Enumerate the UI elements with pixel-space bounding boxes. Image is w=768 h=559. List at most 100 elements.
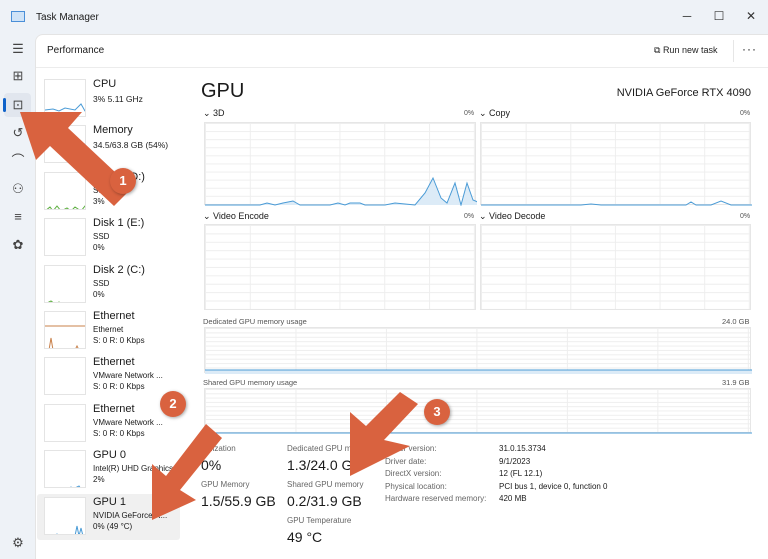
- page-title: Performance: [47, 45, 105, 56]
- engine-selector-video-decode[interactable]: ⌄ Video Decode: [479, 211, 545, 222]
- close-button[interactable]: ✕: [740, 6, 762, 26]
- run-new-task-button[interactable]: ⧉ Run new task: [654, 45, 717, 56]
- resource-title: GPU: [201, 80, 245, 102]
- engine-pct-3d: 0%: [464, 110, 475, 117]
- resource-usage: 0%: [93, 289, 105, 299]
- more-options-button[interactable]: ···: [742, 42, 757, 56]
- resource-usage: 3%: [93, 196, 105, 206]
- engine-pct-video-encode: 0%: [464, 213, 475, 220]
- resource-item[interactable]: CPU 3% 5.11 GHz: [37, 76, 180, 122]
- resource-thumbnail-graph: [44, 264, 86, 303]
- dedicated-memory-value: 1.3/24.0 GB: [287, 457, 362, 473]
- resource-name: Disk 1 (E:): [93, 217, 145, 230]
- engine-selector-video-encode[interactable]: ⌄ Video Encode: [203, 211, 269, 222]
- utilization-label: Utilization: [201, 444, 236, 453]
- engine-selector-3d[interactable]: ⌄ 3D: [203, 108, 225, 119]
- maximize-button[interactable]: ☐: [708, 6, 730, 26]
- property-value: 420 MB: [499, 494, 527, 503]
- performance-icon[interactable]: ⊡: [8, 95, 28, 115]
- resource-item[interactable]: Memory 34.5/63.8 GB (54%): [37, 122, 180, 168]
- chevron-down-icon: ⌄: [203, 108, 214, 118]
- resource-thumbnail-graph: [44, 171, 86, 210]
- property-value: 12 (FL 12.1): [499, 469, 543, 478]
- resource-detail: SSD: [93, 232, 110, 242]
- annotation-badge-3: 3: [424, 399, 450, 425]
- utilization-value: 0%: [201, 457, 222, 473]
- property-label: Hardware reserved memory:: [385, 494, 487, 503]
- resource-thumbnail-graph: [44, 450, 86, 489]
- property-label: Driver date:: [385, 456, 427, 466]
- graph-shared-memory: [204, 388, 752, 434]
- resource-item[interactable]: GPU 0 Intel(R) UHD Graphics 2%: [37, 447, 180, 493]
- annotation-badge-2: 2: [160, 391, 186, 417]
- engine-pct-copy: 0%: [740, 110, 751, 117]
- services-icon[interactable]: ✿: [8, 235, 28, 255]
- header-divider: [733, 40, 734, 62]
- resource-detail: 34.5/63.8 GB (54%): [93, 140, 169, 151]
- graph-dedicated-memory: [204, 327, 752, 374]
- resource-item[interactable]: Disk 0 (D:) SSD 3%: [37, 169, 180, 215]
- resource-item[interactable]: GPU 1 NVIDIA GeForce R... 0% (49 °C): [37, 493, 180, 540]
- resource-thumbnail-graph: [44, 125, 86, 164]
- shared-memory-max: 31.9 GB: [722, 378, 750, 387]
- resource-detail: Intel(R) UHD Graphics: [93, 464, 174, 474]
- resource-detail: VMware Network ...: [93, 371, 163, 381]
- resource-item[interactable]: Ethernet VMware Network ... S: 0 R: 0 Kb…: [37, 401, 180, 447]
- header-divider-line: [36, 67, 768, 68]
- users-icon[interactable]: ⚇: [8, 179, 28, 199]
- resource-item[interactable]: Disk 2 (C:) SSD 0%: [37, 262, 180, 308]
- property-label: DirectX version:: [385, 469, 442, 478]
- resource-name: Memory: [93, 124, 133, 137]
- resource-item[interactable]: Ethernet VMware Network ... S: 0 R: 0 Kb…: [37, 354, 180, 400]
- title-bar: Task Manager ─ ☐ ✕: [0, 0, 768, 34]
- resource-name: Ethernet: [93, 356, 135, 369]
- gpu-temperature-value: 49 °C: [287, 529, 323, 545]
- resource-usage: 0% (49 °C): [93, 521, 133, 531]
- resource-detail: Ethernet: [93, 325, 124, 334]
- app-history-icon[interactable]: ↺: [8, 123, 28, 143]
- hamburger-icon[interactable]: ☰: [8, 39, 28, 59]
- resource-name: Disk 2 (C:): [93, 263, 145, 276]
- window-title: Task Manager: [36, 12, 99, 23]
- resource-item[interactable]: Ethernet Ethernet S: 0 R: 0 Kbps: [37, 308, 180, 354]
- minimize-button[interactable]: ─: [676, 6, 698, 26]
- resource-thumbnail-graph: [44, 218, 86, 257]
- chevron-down-icon: ⌄: [479, 211, 490, 221]
- resource-item[interactable]: Disk 1 (E:) SSD 0%: [37, 215, 180, 261]
- resource-thumbnail-graph: [44, 403, 86, 442]
- resource-detail: SSD: [93, 185, 110, 195]
- resource-usage: S: 0 R: 0 Kbps: [93, 382, 145, 392]
- task-manager-app-icon: [11, 11, 25, 22]
- details-icon[interactable]: ≡: [8, 207, 28, 227]
- resource-usage: S: 0 R: 0 Kbps: [93, 428, 145, 438]
- resource-usage: S: 0 R: 0 Kbps: [93, 336, 145, 345]
- run-task-icon: ⧉: [654, 45, 663, 55]
- resource-detail: SSD: [93, 278, 110, 288]
- shared-memory-value: 0.2/31.9 GB: [287, 493, 362, 509]
- resource-thumbnail-graph: [44, 496, 86, 535]
- resource-detail: NVIDIA GeForce R...: [93, 510, 168, 520]
- graph-copy-line: [481, 200, 752, 206]
- property-label: Physical location:: [385, 481, 447, 491]
- startup-icon[interactable]: ⌒: [8, 151, 28, 171]
- annotation-badge-1: 1: [110, 168, 136, 194]
- processes-icon[interactable]: ⊞: [8, 66, 28, 86]
- property-value: 31.0.15.3734: [499, 444, 546, 453]
- resource-name: Ethernet: [93, 310, 135, 322]
- resource-thumbnail-graph: [44, 357, 86, 396]
- dedicated-memory-max: 24.0 GB: [722, 317, 750, 326]
- resource-detail: 3% 5.11 GHz: [93, 94, 143, 104]
- dedicated-memory-line: [205, 369, 752, 374]
- dedicated-memory-label: Dedicated GPU memory usage: [203, 317, 307, 326]
- resource-name: Ethernet: [93, 402, 135, 415]
- chevron-down-icon: ⌄: [479, 108, 490, 118]
- engine-pct-video-decode: 0%: [740, 213, 751, 220]
- settings-icon[interactable]: ⚙: [8, 533, 28, 553]
- engine-selector-copy[interactable]: ⌄ Copy: [479, 108, 510, 119]
- chevron-down-icon: ⌄: [203, 211, 214, 221]
- resource-usage: 2%: [93, 475, 105, 485]
- shared-memory-line: [205, 432, 752, 434]
- gpu-temperature-label: GPU Temperature: [287, 516, 352, 525]
- graph-video-encode: [204, 224, 476, 310]
- property-label: Driver version:: [385, 444, 437, 453]
